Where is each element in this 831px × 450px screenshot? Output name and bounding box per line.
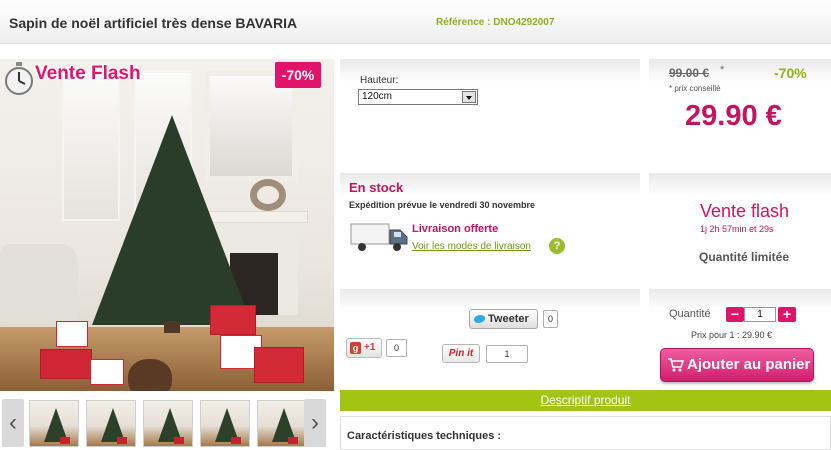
product-header: Sapin de noël artificiel très dense BAVA… [0,0,831,44]
prix-conseille-note: * prix conseillé [669,84,721,93]
product-title: Sapin de noël artificiel très dense BAVA… [9,15,298,31]
old-price-asterisk: * [720,64,725,76]
thumbnail[interactable] [29,400,79,447]
discount-badge: -70% [275,62,321,88]
quantity-label: Quantité [669,308,711,320]
photo-teddy-bear [128,359,172,391]
photo-gift [210,305,256,335]
shipping-date: Expédition prévue le vendredi 30 novembr… [349,200,536,210]
google-plus-icon: g [350,342,361,354]
product-page: Sapin de noël artificiel très dense BAVA… [0,0,831,450]
height-label: Hauteur: [360,75,399,86]
pin-count: 1 [486,345,528,363]
photo-sofa [0,244,78,322]
tab-descriptif-produit[interactable]: Descriptif produit [340,390,831,411]
help-icon[interactable]: ? [549,238,565,254]
twitter-bird-icon [474,315,485,323]
quantity-plus-button[interactable]: + [778,307,796,322]
chevron-left-icon[interactable]: ‹ [2,399,24,447]
tweet-button[interactable]: Tweeter [469,309,538,329]
google-plus-button[interactable]: g +1 [346,338,382,358]
pinterest-icon[interactable]: Pin it [442,344,480,363]
photo-gift [56,321,88,347]
chevron-right-icon[interactable]: › [304,399,326,447]
quantity-minus-button[interactable]: − [726,307,744,322]
google-plus-count: 0 [386,339,407,357]
vente-flash-badge: Vente Flash [0,59,160,103]
thumbnail[interactable] [143,400,193,447]
dropdown-arrow-icon[interactable] [462,91,476,103]
add-to-cart-button[interactable]: Ajouter au panier [660,348,814,382]
google-plus-label: +1 [364,342,376,353]
social-panel [340,289,640,384]
photo-gift [90,359,124,385]
photo-tree-trunk [164,321,180,333]
limited-quantity-label: Quantité limitée [699,250,790,264]
height-select[interactable]: 120cm [358,89,478,105]
photo-gift [40,349,92,379]
photo-wreath [250,179,286,211]
thumbnail[interactable] [257,400,307,447]
tweet-label: Tweeter [488,313,529,325]
discount-percent: -70% [774,65,807,81]
delivery-truck-icon [350,223,408,251]
stock-status: En stock [349,180,404,195]
tweet-count: 0 [543,310,558,328]
stopwatch-icon [5,62,33,95]
product-reference: Référence : DNO4292007 [436,17,555,28]
photo-christmas-tree [92,115,252,325]
cart-icon [668,358,684,372]
current-price: 29.90 € [685,100,782,132]
height-select-value: 120cm [362,91,393,102]
vente-flash-label: Vente Flash [35,63,141,84]
photo-gift [254,347,304,383]
thumbnail[interactable] [86,400,136,447]
thumbnail-strip: ‹ › [0,397,334,450]
old-price: 99.00 € [669,66,710,80]
flash-sale-title: Vente flash [700,201,790,221]
free-delivery-label: Livraison offerte [412,223,499,235]
product-photo[interactable] [0,59,334,391]
technical-specs-heading: Caractéristiques techniques : [347,430,502,442]
add-to-cart-label: Ajouter au panier [687,356,811,373]
delivery-modes-link[interactable]: Voir les modes de livraison [412,241,531,252]
thumbnail[interactable] [200,400,250,447]
quantity-input[interactable]: 1 [744,307,776,322]
unit-price: Prix pour 1 : 29.90 € [691,330,773,340]
flash-sale-countdown: 1j 2h 57min et 29s [700,224,774,234]
